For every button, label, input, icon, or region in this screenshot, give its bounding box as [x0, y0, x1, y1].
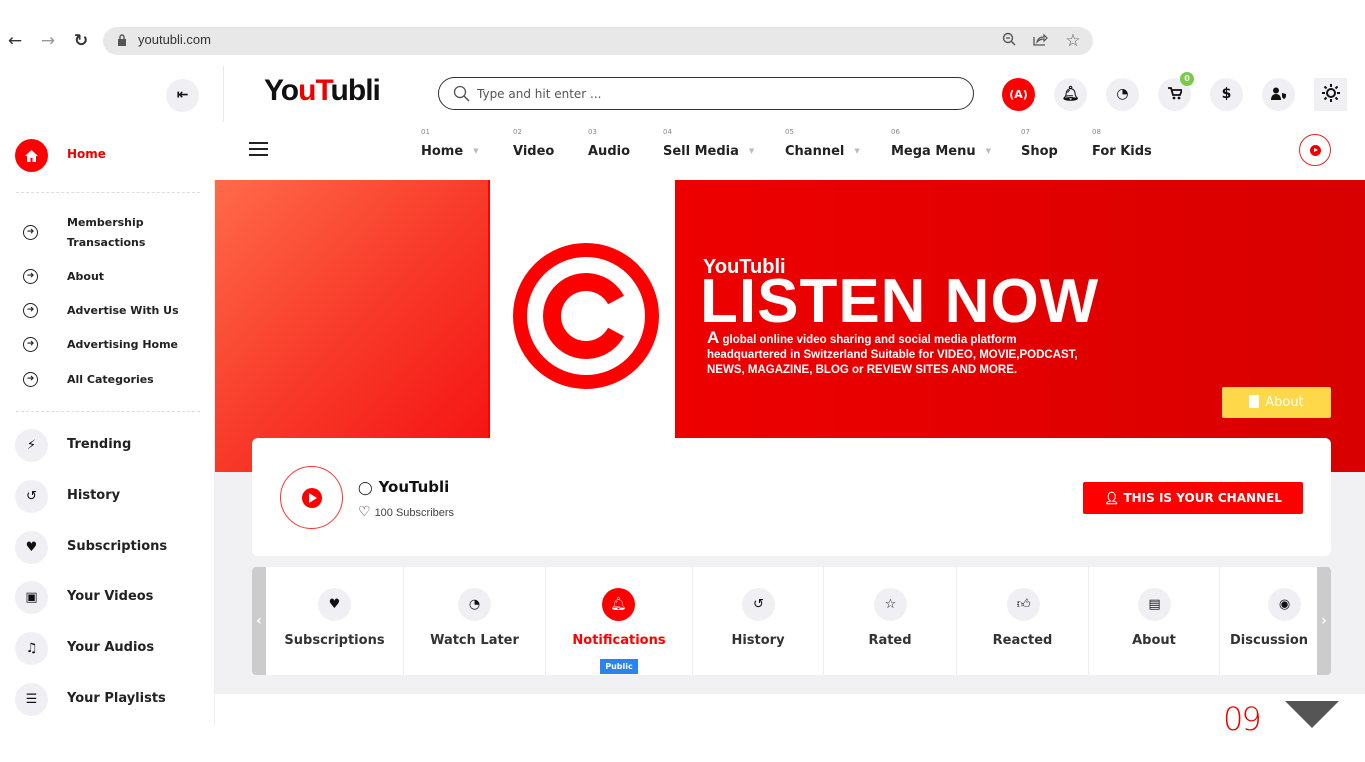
- music-note-icon: ♫: [15, 632, 48, 665]
- search-icon: [453, 85, 470, 102]
- scroll-down-arrow-icon[interactable]: [1285, 701, 1339, 728]
- nav-video[interactable]: 02 Video: [513, 128, 554, 159]
- dollar-icon[interactable]: $: [1210, 78, 1243, 111]
- id-badge-icon: [1249, 395, 1260, 408]
- bookmark-star-icon[interactable]: ☆: [1063, 31, 1083, 51]
- comments-icon: ◉: [1268, 588, 1301, 621]
- nav-home[interactable]: 01 Home ▼: [421, 128, 479, 159]
- sidebar-divider: [16, 192, 200, 193]
- tab-rated[interactable]: ☆ Rated: [824, 567, 957, 675]
- tabs-scroll-right-button[interactable]: ›: [1317, 567, 1331, 675]
- play-icon: [302, 488, 322, 508]
- cart-count-badge: 0: [1180, 72, 1194, 86]
- arrow-circle-icon: ➜: [23, 337, 38, 352]
- channel-tabs: ♥ Subscriptions ◔ Watch Later 🔔︎ Notificati…: [252, 567, 1331, 675]
- forward-arrow-icon[interactable]: →: [37, 30, 59, 52]
- arrow-circle-icon: ➜: [23, 303, 38, 318]
- bell-icon[interactable]: 🔔︎: [1054, 78, 1087, 111]
- chevron-down-icon: ▼: [473, 147, 479, 155]
- browser-toolbar: ← → ↻ youtubli.com ☆: [0, 25, 1365, 59]
- search-box[interactable]: [438, 77, 974, 110]
- history-icon: ↺: [742, 588, 775, 621]
- hamburger-menu-icon[interactable]: [249, 142, 268, 156]
- live-broadcast-icon[interactable]: (A): [1002, 78, 1035, 111]
- heart-icon: ♥: [318, 588, 351, 621]
- nav-sell-media[interactable]: 04 Sell Media ▼: [663, 128, 754, 159]
- chevron-down-icon: ▼: [985, 147, 992, 155]
- about-button[interactable]: About: [1222, 387, 1331, 418]
- lock-icon: [118, 34, 126, 46]
- public-badge: Public: [600, 659, 638, 674]
- collapse-sidebar-button[interactable]: ⇤: [166, 79, 199, 112]
- zoom-out-icon[interactable]: [999, 31, 1019, 51]
- list-icon: ☰: [15, 683, 48, 716]
- page-number: 09: [1223, 700, 1262, 738]
- tab-notifications[interactable]: 🔔︎ Notifications Public: [546, 567, 693, 675]
- user-circle-icon: ◯: [358, 481, 373, 496]
- home-icon[interactable]: [15, 139, 48, 172]
- nav-mega-menu[interactable]: 06 Mega Menu ▼: [891, 128, 991, 159]
- banner-logo-panel: [488, 180, 675, 438]
- channel-avatar[interactable]: [280, 466, 343, 529]
- nav-audio[interactable]: 03 Audio: [588, 128, 630, 159]
- heart-icon: ♥: [15, 531, 48, 564]
- arrow-circle-icon: ➜: [23, 225, 38, 240]
- arrow-circle-icon: ➜: [23, 372, 38, 387]
- reload-icon[interactable]: ↻: [70, 30, 92, 52]
- nav-for-kids[interactable]: 08 For Kids: [1092, 128, 1152, 159]
- heart-outline-icon: ♡: [358, 503, 371, 519]
- nav-channel[interactable]: 05 Channel ▼: [785, 128, 860, 159]
- share-icon[interactable]: [1030, 31, 1050, 51]
- copyright-logo-icon: [513, 243, 659, 389]
- tab-history[interactable]: ↺ History: [693, 567, 824, 675]
- arrow-circle-icon: ➜: [23, 269, 38, 284]
- tab-discussion[interactable]: ◉ Discussion: [1220, 567, 1331, 675]
- bell-icon: 🔔︎: [602, 588, 635, 621]
- tab-reacted[interactable]: 👍︎ Reacted: [957, 567, 1089, 675]
- play-icon: [1310, 145, 1321, 156]
- banner-gradient: [215, 180, 488, 472]
- header-divider: [223, 66, 224, 122]
- bolt-icon: ⚡︎: [15, 429, 48, 462]
- chevron-down-icon: ▼: [854, 147, 860, 155]
- url-text: youtubli.com: [138, 32, 211, 47]
- clock-icon: ◔: [458, 588, 491, 621]
- tab-about[interactable]: ▤ About: [1089, 567, 1220, 675]
- tab-subscriptions[interactable]: ♥ Subscriptions: [266, 567, 404, 675]
- user-lock-icon: 👤︎: [1104, 491, 1124, 505]
- thumbs-up-icon: 👍︎: [1007, 588, 1040, 621]
- theme-toggle-icon[interactable]: [1314, 78, 1347, 111]
- tab-watch-later[interactable]: ◔ Watch Later: [404, 567, 546, 675]
- back-arrow-icon[interactable]: ←: [4, 30, 26, 52]
- chevron-down-icon: ▼: [748, 147, 755, 155]
- sidebar-item-home[interactable]: Home: [67, 147, 106, 161]
- channel-name: ◯ YouTubli: [358, 478, 450, 496]
- subscriber-count: ♡ 100 Subscribers: [358, 503, 455, 519]
- logo[interactable]: YouTubli: [264, 74, 381, 108]
- video-camera-icon: ▣: [15, 581, 48, 614]
- banner-description: A global online video sharing and social…: [707, 328, 1078, 376]
- user-shield-icon[interactable]: [1262, 78, 1295, 111]
- this-is-your-channel-button[interactable]: 👤︎ THIS IS YOUR CHANNEL: [1083, 482, 1303, 514]
- banner-title: LISTEN NOW: [700, 267, 1100, 336]
- history-icon: ↺: [15, 480, 48, 513]
- clock-icon[interactable]: ◔: [1106, 78, 1139, 111]
- search-input[interactable]: [477, 84, 957, 104]
- tabs-scroll-left-button[interactable]: ‹: [252, 567, 266, 675]
- nav-shop[interactable]: 07 Shop: [1021, 128, 1058, 159]
- star-half-icon: ☆: [874, 588, 907, 621]
- scroll-icon: ▤: [1138, 588, 1171, 621]
- sidebar-divider: [16, 411, 200, 412]
- play-button[interactable]: [1299, 134, 1331, 166]
- address-bar[interactable]: youtubli.com ☆: [103, 27, 1093, 55]
